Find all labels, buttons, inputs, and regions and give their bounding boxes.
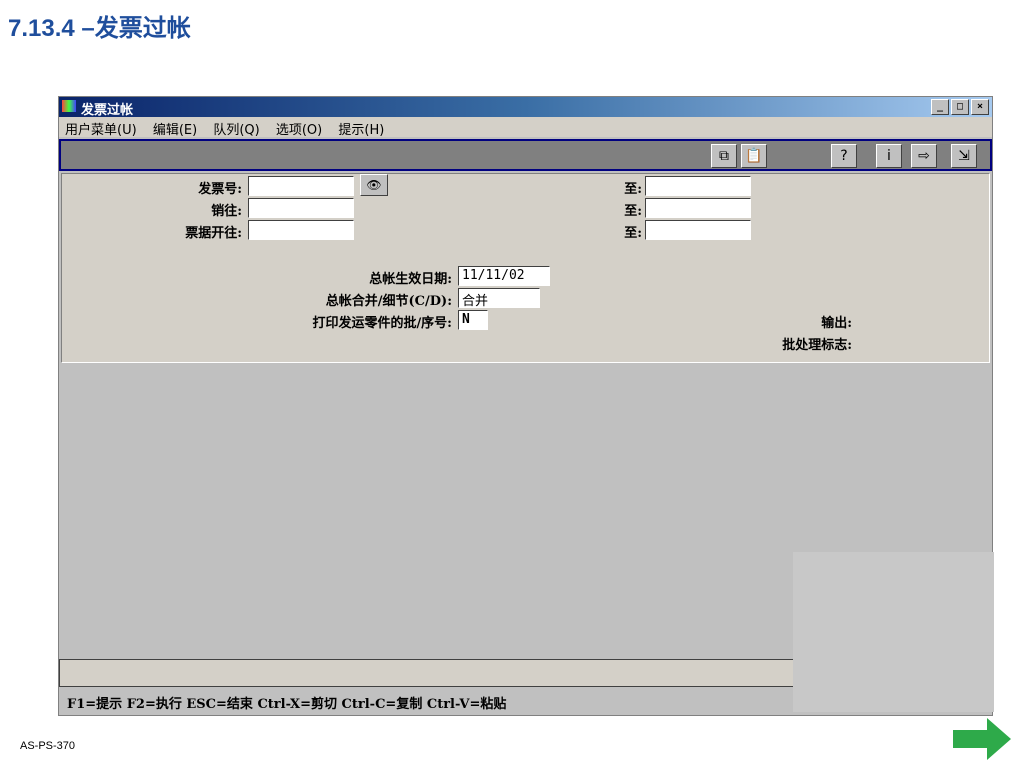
sold-to-to-input[interactable]: [645, 198, 751, 218]
exit-icon[interactable]: ⇲: [951, 144, 977, 168]
gl-date-input[interactable]: 11/11/02: [458, 266, 550, 286]
minimize-button[interactable]: _: [931, 99, 949, 115]
summary-detail-label: 总帐合并/细节(C/D):: [325, 294, 452, 309]
prompt-help-icon[interactable]: ?: [831, 144, 857, 168]
paste-icon[interactable]: 📋: [741, 144, 767, 168]
copy-icon[interactable]: ⧉: [711, 144, 737, 168]
invoice-from-input[interactable]: [248, 176, 354, 196]
gl-date-label: 总帐生效日期:: [369, 272, 452, 287]
function-key-hints: F1=提示 F2=执行 ESC=结束 Ctrl-X=剪切 Ctrl-C=复制 C…: [67, 697, 507, 712]
menu-bar: 用户菜单(U) 编辑(E) 队列(Q) 选项(O) 提示(H): [59, 117, 992, 140]
bill-to-label: 票据开往:: [185, 226, 242, 241]
slide-footer: AS-PS-370: [20, 740, 76, 752]
app-icon: [62, 100, 76, 112]
window-controls: _ □ ×: [931, 99, 989, 115]
summary-detail-input[interactable]: 合并: [458, 288, 540, 309]
bill-to-to-label: 至:: [624, 226, 642, 241]
close-button[interactable]: ×: [971, 99, 989, 115]
batch-id-label: 批处理标志:: [782, 338, 852, 353]
window-title: 发票过帐: [81, 103, 134, 118]
toolbar: ⧉ 📋 ? i ⇨ ⇲: [59, 139, 992, 171]
next-arrow-icon[interactable]: [953, 716, 1013, 762]
sold-to-to-label: 至:: [624, 204, 642, 219]
title-bar: 发票过帐 _ □ ×: [59, 97, 992, 118]
form-panel: 发票号: 👁 至: 销往: 至: 票据开往: 至: 总帐生效日期: 11/11/…: [61, 173, 990, 363]
print-lot-input[interactable]: N: [458, 310, 488, 330]
overlay-box: [793, 552, 994, 712]
sold-to-from-input[interactable]: [248, 198, 354, 218]
next-icon[interactable]: ⇨: [911, 144, 937, 168]
menu-user[interactable]: 用户菜单(U): [59, 117, 143, 140]
sold-to-label: 销往:: [211, 204, 242, 219]
info-icon[interactable]: i: [876, 144, 902, 168]
menu-options[interactable]: 选项(O): [270, 117, 328, 140]
invoice-label: 发票号:: [198, 182, 242, 197]
menu-queue[interactable]: 队列(Q): [207, 117, 265, 140]
invoice-to-label: 至:: [624, 182, 642, 197]
output-label: 输出:: [821, 316, 852, 331]
lookup-button[interactable]: 👁: [360, 174, 388, 196]
menu-help[interactable]: 提示(H): [332, 117, 390, 140]
invoice-to-input[interactable]: [645, 176, 751, 196]
print-lot-label: 打印发运零件的批/序号:: [312, 316, 452, 331]
maximize-button[interactable]: □: [951, 99, 969, 115]
bill-to-from-input[interactable]: [248, 220, 354, 240]
slide-title: 7.13.4 –发票过帐: [8, 15, 191, 42]
menu-edit[interactable]: 编辑(E): [147, 117, 203, 140]
bill-to-to-input[interactable]: [645, 220, 751, 240]
